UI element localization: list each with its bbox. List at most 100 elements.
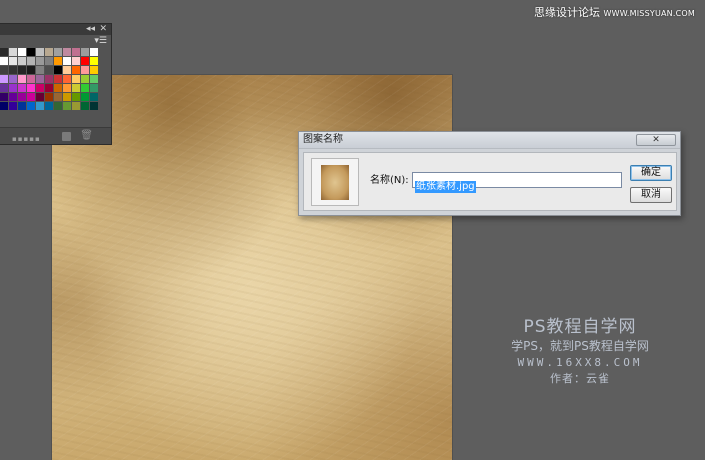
swatch-cell[interactable] <box>27 93 35 101</box>
swatch-cell[interactable] <box>27 102 35 110</box>
swatch-cell[interactable] <box>0 75 8 83</box>
swatch-cell[interactable] <box>54 75 62 83</box>
swatches-panel-titlebar[interactable]: ◂◂ ✕ <box>0 24 111 35</box>
swatch-cell[interactable] <box>90 75 98 83</box>
swatch-cell[interactable] <box>18 102 26 110</box>
swatch-cell[interactable] <box>45 93 53 101</box>
swatch-cell[interactable] <box>36 102 44 110</box>
swatch-cell[interactable] <box>54 84 62 92</box>
swatch-cell[interactable] <box>63 75 71 83</box>
swatch-cell[interactable] <box>45 57 53 65</box>
swatch-cell[interactable] <box>36 84 44 92</box>
swatch-cell[interactable] <box>72 75 80 83</box>
swatch-cell[interactable] <box>0 84 8 92</box>
collapse-panel-icon[interactable]: ◂◂ <box>86 22 95 36</box>
swatches-panel-tabrow: ▾☰ <box>0 35 111 48</box>
swatch-cell[interactable] <box>9 66 17 74</box>
swatch-cell[interactable] <box>63 84 71 92</box>
swatch-cell[interactable] <box>63 48 71 56</box>
swatch-cell[interactable] <box>9 75 17 83</box>
swatch-cell[interactable] <box>9 84 17 92</box>
pattern-name-input[interactable]: 纸张素材.jpg <box>412 172 622 193</box>
swatch-cell[interactable] <box>63 57 71 65</box>
watermark-title: PS教程自学网 <box>523 317 637 337</box>
swatch-cell[interactable] <box>9 48 17 56</box>
swatch-cell[interactable] <box>18 75 26 83</box>
swatch-cell[interactable] <box>18 57 26 65</box>
swatch-cell[interactable] <box>54 57 62 65</box>
swatch-cell[interactable] <box>81 66 89 74</box>
watermark-author: 作者：云雀 <box>550 372 610 385</box>
swatch-cell[interactable] <box>72 57 80 65</box>
swatch-cell[interactable] <box>0 48 8 56</box>
forum-watermark: 思缘设计论坛 WWW.MISSYUAN.COM <box>534 6 695 21</box>
swatch-cell[interactable] <box>18 84 26 92</box>
new-swatch-icon[interactable] <box>62 132 71 141</box>
swatch-cell[interactable] <box>81 57 89 65</box>
swatch-cell[interactable] <box>90 93 98 101</box>
swatch-cell[interactable] <box>72 102 80 110</box>
swatch-cell[interactable] <box>9 93 17 101</box>
swatch-cell[interactable] <box>36 93 44 101</box>
swatch-cell[interactable] <box>54 102 62 110</box>
panel-menu-icon[interactable]: ▾☰ <box>94 36 107 47</box>
swatch-cell[interactable] <box>81 75 89 83</box>
swatch-cell[interactable] <box>63 66 71 74</box>
swatch-cell[interactable] <box>72 93 80 101</box>
swatch-cell[interactable] <box>36 66 44 74</box>
cancel-button[interactable]: 取消 <box>630 187 672 203</box>
swatch-cell[interactable] <box>72 84 80 92</box>
swatch-cell[interactable] <box>54 93 62 101</box>
swatch-cell[interactable] <box>81 93 89 101</box>
swatch-cell[interactable] <box>18 48 26 56</box>
swatch-cell[interactable] <box>81 84 89 92</box>
swatch-cell[interactable] <box>0 66 8 74</box>
swatch-cell[interactable] <box>72 48 80 56</box>
swatch-cell[interactable] <box>72 66 80 74</box>
swatch-cell[interactable] <box>18 66 26 74</box>
swatch-cell[interactable] <box>90 102 98 110</box>
swatch-cell[interactable] <box>81 102 89 110</box>
swatch-cell[interactable] <box>90 84 98 92</box>
swatch-cell[interactable] <box>9 57 17 65</box>
swatch-cell[interactable] <box>45 102 53 110</box>
swatch-cell[interactable] <box>54 48 62 56</box>
swatch-cell[interactable] <box>81 48 89 56</box>
swatch-cell[interactable] <box>36 48 44 56</box>
swatch-cell[interactable] <box>27 66 35 74</box>
swatch-cell[interactable] <box>45 84 53 92</box>
dialog-body: 名称(N): 纸张素材.jpg 确定 取消 <box>303 152 677 211</box>
swatch-cell[interactable] <box>27 75 35 83</box>
swatch-cell[interactable] <box>27 48 35 56</box>
swatch-cell[interactable] <box>45 48 53 56</box>
swatches-panel-footer: ▪▪▪▪▪ 🗑 <box>0 127 111 144</box>
swatch-cell[interactable] <box>0 93 8 101</box>
swatch-cell[interactable] <box>90 57 98 65</box>
dialog-close-button[interactable]: ✕ <box>636 134 676 146</box>
swatch-cell[interactable] <box>90 48 98 56</box>
swatch-cell[interactable] <box>63 93 71 101</box>
swatch-cell[interactable] <box>0 102 8 110</box>
site-watermark: PS教程自学网 学PS，就到PS教程自学网 WWW.16XX8.COM 作者：云… <box>470 316 690 386</box>
swatch-cell[interactable] <box>27 84 35 92</box>
pattern-name-dialog: 图案名称 ✕ 名称(N): 纸张素材.jpg 确定 取消 <box>298 131 681 216</box>
forum-watermark-label: 思缘设计论坛 <box>533 6 600 19</box>
swatch-cell[interactable] <box>45 66 53 74</box>
swatch-cell[interactable] <box>36 75 44 83</box>
swatch-cell[interactable] <box>0 57 8 65</box>
resize-grip-icon[interactable]: ▪▪▪▪▪ <box>12 135 41 143</box>
pattern-name-value: 纸张素材.jpg <box>415 181 476 193</box>
pattern-preview-image <box>321 165 349 200</box>
swatch-cell[interactable] <box>45 75 53 83</box>
swatch-cell[interactable] <box>54 66 62 74</box>
dialog-titlebar[interactable]: 图案名称 ✕ <box>299 132 680 149</box>
swatch-cell[interactable] <box>9 102 17 110</box>
swatch-cell[interactable] <box>63 102 71 110</box>
swatch-cell[interactable] <box>27 57 35 65</box>
swatch-cell[interactable] <box>18 93 26 101</box>
swatch-cell[interactable] <box>36 57 44 65</box>
close-panel-icon[interactable]: ✕ <box>99 22 107 36</box>
swatch-cell[interactable] <box>90 66 98 74</box>
ok-button[interactable]: 确定 <box>630 165 672 181</box>
trash-icon[interactable]: 🗑 <box>80 130 93 142</box>
